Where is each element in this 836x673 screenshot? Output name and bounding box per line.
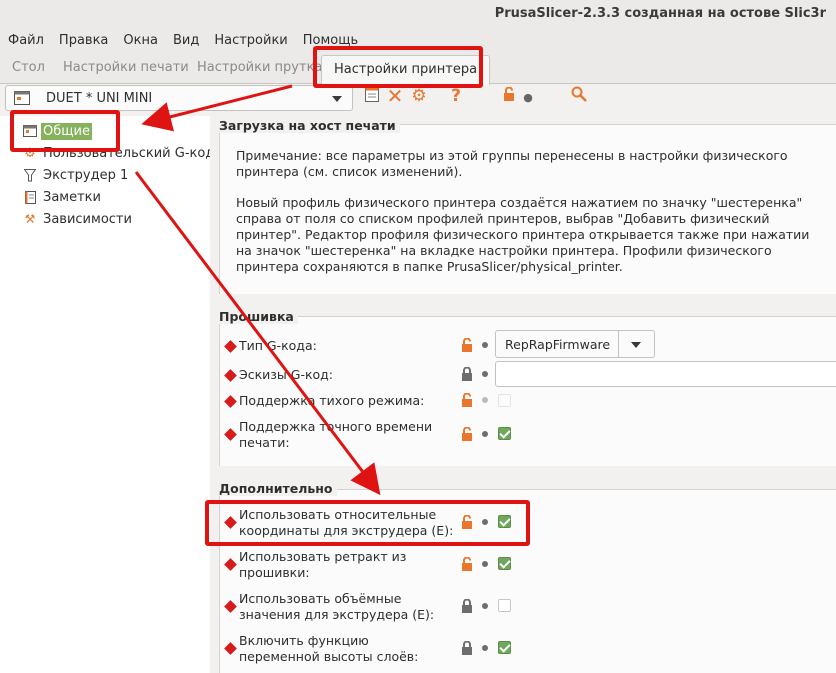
- bullet-icon[interactable]: ●: [519, 88, 537, 108]
- tree-item-notes[interactable]: Заметки: [22, 187, 103, 207]
- menu-help[interactable]: Помощь: [303, 33, 358, 48]
- tree-item-extruder-1[interactable]: Экструдер 1: [22, 165, 130, 185]
- option-label-line-1: Использовать объёмные: [239, 591, 402, 606]
- option-label-line-2: переменной высоты слоёв:: [239, 649, 419, 664]
- notes-icon: [22, 189, 38, 205]
- bullet-icon[interactable]: [482, 561, 488, 567]
- window-title: PrusaSlicer-2.3.3 созданная на остове Sl…: [494, 6, 826, 21]
- printer-profile-value: DUET * UNI MINI: [46, 91, 153, 106]
- firmware-retract-checkbox[interactable]: [498, 557, 511, 570]
- tab-plater[interactable]: Стол: [12, 60, 45, 75]
- lock-icon[interactable]: [461, 640, 473, 655]
- option-label: Поддержка тихого режима:: [239, 393, 425, 408]
- group-title-firmware: Прошивка: [219, 309, 298, 324]
- group-title-advanced: Дополнительно: [219, 481, 337, 496]
- bullet-icon[interactable]: [482, 342, 488, 348]
- tab-bar: Стол Настройки печати Настройки прутка Н…: [0, 52, 836, 85]
- tree-item-custom-gcode[interactable]: ⚙ Пользовательский G-код: [22, 143, 216, 163]
- tab-printer-settings[interactable]: Настройки принтера: [321, 55, 491, 85]
- option-label: Тип G-кода:: [239, 338, 317, 353]
- silent-mode-checkbox[interactable]: [498, 394, 511, 407]
- host-note-2: Новый профиль физического принтера созда…: [236, 195, 810, 274]
- relative-e-checkbox[interactable]: [498, 515, 511, 528]
- option-label-line-1: Включить функцию: [239, 633, 369, 648]
- option-label-line-1: Использовать относительные: [239, 507, 437, 522]
- option-label-line-2: значения для экструдера (E):: [239, 607, 435, 622]
- chevron-down-icon: [332, 96, 342, 102]
- group-title-host-upload: Загрузка на хост печати: [219, 118, 400, 133]
- variable-layer-height-checkbox[interactable]: [498, 641, 511, 654]
- option-label-line-2: прошивки:: [239, 565, 310, 580]
- option-label-line-2: печати:: [239, 435, 290, 450]
- save-icon[interactable]: [363, 86, 381, 106]
- unlock-icon[interactable]: [461, 337, 473, 352]
- tree-item-label: Общие: [41, 122, 92, 140]
- delete-icon[interactable]: ✕: [386, 86, 404, 106]
- menu-bar: Файл Правка Окна Вид Настройки Помощь: [0, 28, 836, 52]
- bullet-icon[interactable]: [482, 397, 488, 403]
- bullet-icon[interactable]: [482, 431, 488, 437]
- tree-item-label: Заметки: [43, 189, 101, 205]
- gcode-flavor-value: RepRapFirmware: [505, 337, 611, 352]
- menu-view[interactable]: Вид: [173, 33, 199, 48]
- tree-item-label: Пользовательский G-код: [43, 145, 215, 161]
- lock-icon[interactable]: [461, 366, 473, 381]
- gcode-flavor-select[interactable]: RepRapFirmware: [495, 330, 655, 358]
- bullet-icon[interactable]: [482, 645, 488, 651]
- menu-windows[interactable]: Окна: [123, 33, 158, 48]
- machine-limits-checkbox[interactable]: [498, 427, 511, 440]
- lock-icon[interactable]: [461, 598, 473, 613]
- gcode-thumbnails-input[interactable]: [495, 361, 836, 387]
- unlock-icon[interactable]: [461, 426, 473, 441]
- tab-filament-settings[interactable]: Настройки прутка: [197, 60, 322, 75]
- menu-file[interactable]: Файл: [8, 33, 44, 48]
- unlock-icon[interactable]: [461, 392, 473, 407]
- tab-print-settings[interactable]: Настройки печати: [63, 60, 189, 75]
- host-note-1: Примечание: все параметры из этой группы…: [236, 148, 788, 179]
- option-label-line-1: Использовать ретракт из: [239, 549, 407, 564]
- option-label: Эскизы G-код:: [239, 367, 334, 382]
- menu-edit[interactable]: Правка: [59, 33, 108, 48]
- printer-icon: [14, 91, 30, 109]
- help-icon[interactable]: ?: [447, 86, 465, 106]
- funnel-icon: [22, 167, 38, 183]
- chevron-down-icon: [631, 342, 641, 348]
- gear-icon[interactable]: ⚙: [410, 86, 428, 106]
- tree-item-general[interactable]: Общие: [22, 121, 92, 141]
- wrench-icon: ⚒: [24, 212, 36, 226]
- bullet-icon[interactable]: [482, 371, 488, 377]
- search-icon[interactable]: [570, 86, 588, 106]
- printer-settings-icon: [22, 123, 38, 139]
- option-label-line-1: Поддержка точного времени: [239, 419, 433, 434]
- separator: [618, 331, 619, 357]
- volumetric-e-checkbox[interactable]: [498, 599, 511, 612]
- bullet-icon[interactable]: [482, 603, 488, 609]
- printer-profile-select[interactable]: DUET * UNI MINI: [5, 85, 353, 111]
- tree-item-label: Зависимости: [43, 211, 132, 227]
- option-label-line-2: координаты для экструдера (E):: [239, 523, 454, 538]
- unlock-icon[interactable]: [500, 86, 518, 106]
- tree-item-label: Экструдер 1: [43, 167, 129, 183]
- menu-settings[interactable]: Настройки: [214, 33, 287, 48]
- tree-item-dependencies[interactable]: ⚒ Зависимости: [22, 209, 134, 229]
- title-bar: PrusaSlicer-2.3.3 созданная на остове Sl…: [0, 0, 836, 28]
- unlock-icon[interactable]: [461, 556, 473, 571]
- gear-icon: ⚙: [24, 145, 36, 161]
- unlock-icon[interactable]: [461, 514, 473, 529]
- bullet-icon[interactable]: [482, 519, 488, 525]
